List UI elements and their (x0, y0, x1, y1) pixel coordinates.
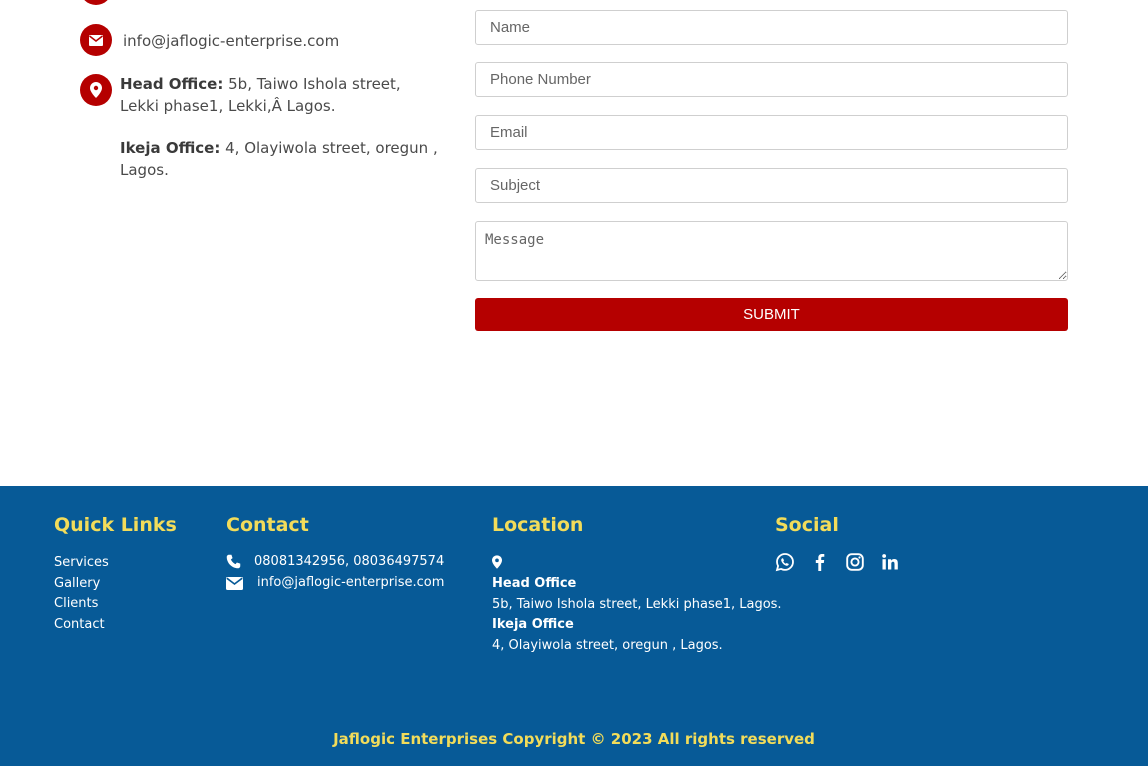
copyright-text: Jaflogic Enterprises Copyright © 2023 Al… (333, 730, 815, 748)
footer-link-gallery[interactable]: Gallery (54, 574, 109, 595)
contact-email: info@jaflogic-enterprise.com (123, 32, 340, 50)
linkedin-icon[interactable] (880, 552, 900, 572)
social-icons (775, 552, 900, 572)
phone-icon (226, 554, 242, 570)
phone-icon (80, 0, 112, 5)
name-input[interactable] (475, 10, 1068, 45)
quick-links-list: Services Gallery Clients Contact (54, 553, 109, 635)
ikeja-office-address: Ikeja Office: 4, Olayiwola street, oregu… (120, 137, 460, 181)
envelope-icon (80, 24, 112, 56)
footer-email: info@jaflogic-enterprise.com (226, 573, 444, 593)
quick-links-heading: Quick Links (54, 514, 177, 536)
contact-heading: Contact (226, 514, 309, 536)
whatsapp-icon[interactable] (775, 552, 795, 572)
footer-email-text: info@jaflogic-enterprise.com (257, 575, 445, 590)
head-office-title: Head Office (492, 576, 577, 591)
footer: Quick Links Services Gallery Clients Con… (0, 486, 1148, 766)
envelope-icon (226, 575, 244, 591)
head-office-label: Head Office: (120, 75, 224, 93)
footer-link-services[interactable]: Services (54, 553, 109, 574)
map-marker-icon (80, 74, 112, 106)
ikeja-office-title: Ikeja Office (492, 617, 574, 632)
email-input[interactable] (475, 115, 1068, 150)
footer-link-contact[interactable]: Contact (54, 615, 109, 636)
ikeja-office-address-footer: 4, Olayiwola street, oregun , Lagos. (492, 637, 723, 653)
instagram-icon[interactable] (845, 552, 865, 572)
footer-phone-numbers: 08081342956, 08036497574 (254, 554, 445, 569)
message-textarea[interactable] (475, 221, 1068, 281)
location-details: Head Office 5b, Taiwo Ishola street, Lek… (492, 574, 782, 656)
head-office-address-footer: 5b, Taiwo Ishola street, Lekki phase1, L… (492, 596, 782, 612)
map-marker-icon (492, 554, 502, 573)
subject-input[interactable] (475, 168, 1068, 203)
submit-button[interactable]: SUBMIT (475, 298, 1068, 331)
footer-link-clients[interactable]: Clients (54, 594, 109, 615)
social-heading: Social (775, 514, 839, 536)
head-office-address: Head Office: 5b, Taiwo Ishola street, Le… (120, 73, 430, 117)
phone-input[interactable] (475, 62, 1068, 97)
page: info@jaflogic-enterprise.com Head Office… (0, 0, 1148, 766)
location-heading: Location (492, 514, 584, 536)
footer-phone: 08081342956, 08036497574 (226, 552, 444, 572)
ikeja-office-label: Ikeja Office: (120, 139, 221, 157)
facebook-icon[interactable] (810, 552, 830, 572)
